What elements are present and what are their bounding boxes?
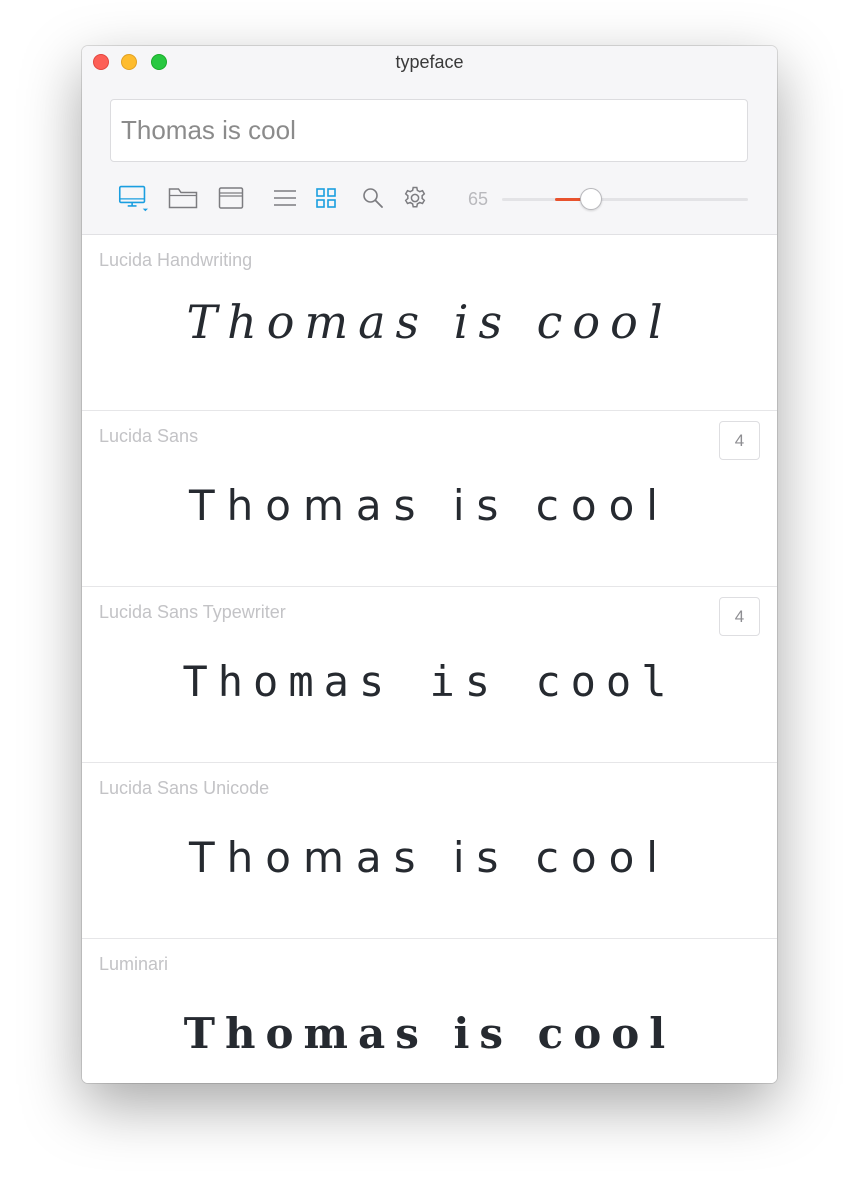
list-view-icon	[274, 190, 296, 206]
grid-view-button[interactable]	[311, 183, 341, 213]
variant-count-badge[interactable]: 4	[719, 597, 760, 636]
font-size-value: 65	[468, 189, 489, 209]
font-list: Lucida Handwriting Thomas is cool Lucida…	[82, 235, 777, 1083]
grid-view-icon	[316, 188, 336, 208]
slider-track	[502, 198, 748, 201]
font-row-luminari[interactable]: Luminari Thomas is cool	[82, 939, 777, 1083]
search-fonts-button[interactable]	[358, 183, 388, 213]
toolbar-area: typeface Thomas is cool 65	[82, 46, 777, 235]
list-view-button[interactable]	[270, 183, 300, 213]
screen-fonts-button[interactable]	[118, 183, 148, 213]
font-row-lucida-sans[interactable]: Lucida Sans 4 Thomas is cool	[82, 411, 777, 587]
window-icon	[218, 187, 244, 209]
font-sample: Thomas is cool	[189, 481, 670, 530]
monitor-icon	[118, 185, 148, 212]
font-sample: Thomas is cool	[189, 833, 670, 882]
font-sample: Thomas is cool	[182, 657, 677, 706]
font-name: Lucida Sans Typewriter	[99, 602, 286, 622]
settings-button[interactable]	[400, 183, 430, 213]
variant-count-badge[interactable]: 4	[719, 421, 760, 460]
font-row-lucida-sans-unicode[interactable]: Lucida Sans Unicode Thomas is cool	[82, 763, 777, 939]
font-sample: Thomas is cool	[186, 295, 673, 349]
window-title: typeface	[395, 52, 464, 72]
font-row-lucida-handwriting[interactable]: Lucida Handwriting Thomas is cool	[82, 235, 777, 411]
sample-text-input[interactable]	[110, 99, 748, 162]
gear-icon	[404, 186, 426, 208]
folder-button[interactable]	[168, 183, 198, 213]
font-size-slider[interactable]	[502, 188, 748, 210]
font-name: Lucida Handwriting	[99, 250, 253, 270]
search-icon	[363, 188, 383, 208]
slider-knob[interactable]	[579, 188, 602, 210]
folder-icon	[168, 188, 198, 209]
font-name: Luminari	[99, 954, 169, 974]
font-name: Lucida Sans	[99, 426, 199, 446]
font-name: Lucida Sans Unicode	[99, 778, 270, 798]
font-sample: Thomas is cool	[183, 1009, 676, 1058]
app-window: typeface Thomas is cool 65 Lucida Handwr…	[82, 46, 777, 1083]
font-row-lucida-sans-typewriter[interactable]: Lucida Sans Typewriter 4 Thomas is cool	[82, 587, 777, 763]
collection-button[interactable]	[216, 183, 246, 213]
